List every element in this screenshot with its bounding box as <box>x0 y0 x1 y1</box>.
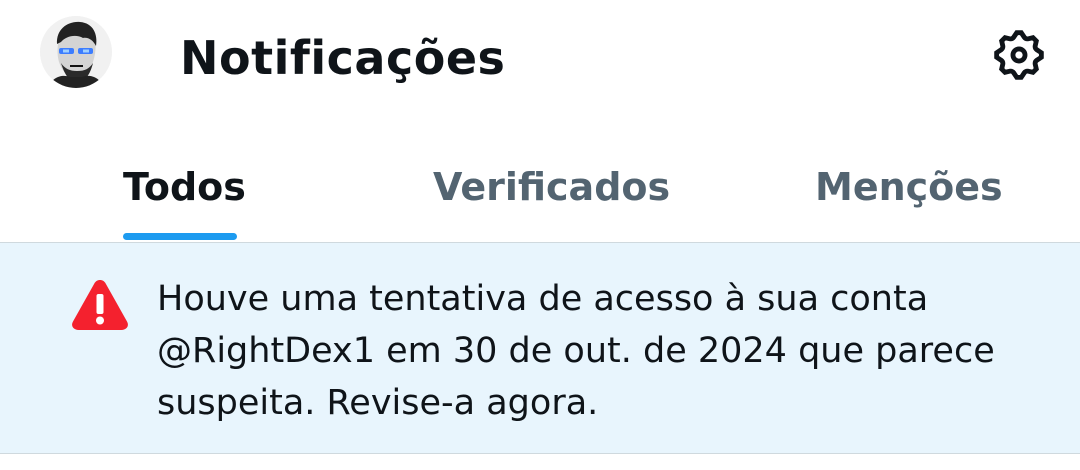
alert-line: suspeita. Revise-a agora. <box>157 383 599 423</box>
tab-verificados[interactable]: Verificados <box>360 118 720 242</box>
page-title: Notificações <box>180 31 506 85</box>
alert-line: Houve uma tentativa de acesso à sua cont… <box>157 279 929 319</box>
header: Notificações <box>0 0 1080 118</box>
warning-triangle-icon <box>72 280 128 330</box>
settings-button[interactable] <box>990 26 1048 84</box>
tab-mencoes[interactable]: Menções <box>720 118 1080 242</box>
alert-line: @RightDex1 em 30 de out. de 2024 que par… <box>157 331 995 371</box>
tab-label: Verificados <box>433 165 671 209</box>
tab-label: Todos <box>123 165 246 209</box>
active-tab-indicator <box>123 233 237 240</box>
avatar[interactable] <box>40 16 112 88</box>
tab-label: Menções <box>815 165 1003 209</box>
gear-icon <box>994 30 1044 80</box>
alert-divider <box>0 453 1080 454</box>
security-alert-notification[interactable]: Houve uma tentativa de acesso à sua cont… <box>0 243 1080 453</box>
avatar-image <box>40 16 112 88</box>
alert-message: Houve uma tentativa de acesso à sua cont… <box>157 273 1057 429</box>
tab-todos[interactable]: Todos <box>0 118 360 242</box>
tab-bar: Todos Verificados Menções <box>0 118 1080 242</box>
